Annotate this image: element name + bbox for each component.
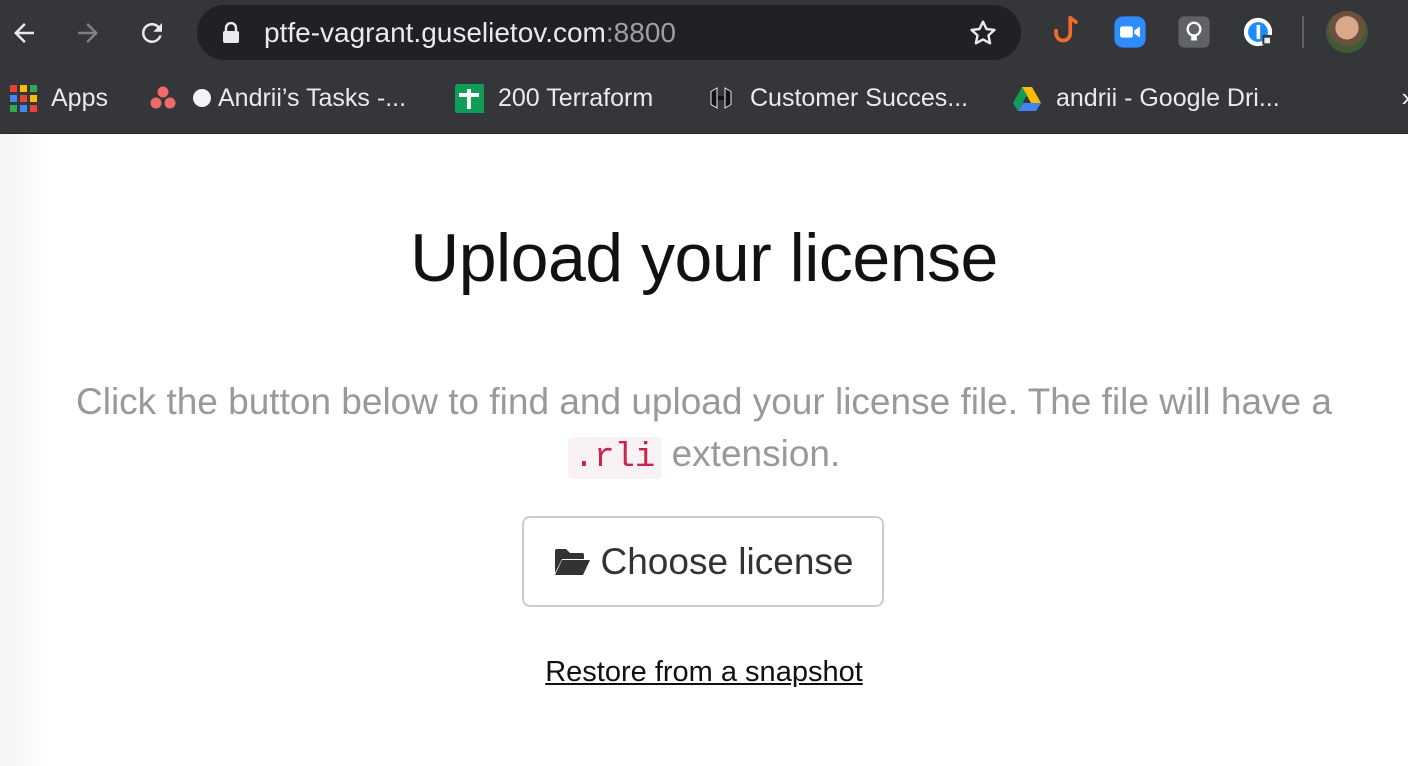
bookmark-google-drive[interactable]: andrii - Google Dri... bbox=[1012, 80, 1280, 116]
choose-license-button[interactable]: Choose license bbox=[522, 516, 884, 607]
apps-grid-icon bbox=[10, 84, 37, 112]
url-text: ptfe-vagrant.guselietov.com:8800 bbox=[264, 17, 676, 49]
restore-container: Restore from a snapshot bbox=[0, 654, 1408, 690]
bookmarks-overflow-chevron-icon[interactable]: » bbox=[1402, 82, 1408, 113]
forward-button[interactable] bbox=[68, 13, 108, 53]
choose-license-label: Choose license bbox=[600, 540, 854, 582]
password-manager-extension-icon[interactable] bbox=[1240, 14, 1276, 50]
lock-icon bbox=[223, 22, 239, 43]
bookmark-apps[interactable]: Apps bbox=[10, 80, 108, 116]
bookmark-label: Apps bbox=[51, 83, 108, 112]
bookmark-label: 200 Terraform bbox=[498, 83, 654, 112]
profile-avatar[interactable] bbox=[1326, 11, 1368, 53]
forward-arrow-icon bbox=[78, 23, 98, 43]
bookmark-label: andrii - Google Dri... bbox=[1056, 83, 1280, 112]
back-arrow-icon bbox=[14, 23, 34, 43]
google-drive-icon bbox=[1013, 87, 1041, 111]
instructions-text: Click the button below to find and uploa… bbox=[76, 381, 1332, 422]
page-content: Upload your license Click the button bel… bbox=[0, 134, 1408, 766]
browser-toolbar: ptfe-vagrant.guselietov.com:8800 bbox=[0, 0, 1408, 66]
instructions-text-end: extension. bbox=[671, 433, 841, 474]
url-host: ptfe-vagrant.guselietov.com bbox=[264, 17, 606, 48]
bookmark-star-icon[interactable] bbox=[967, 17, 999, 49]
hook-extension-icon[interactable] bbox=[1048, 14, 1084, 50]
zoom-extension-icon[interactable] bbox=[1112, 14, 1148, 50]
address-bar[interactable]: ptfe-vagrant.guselietov.com:8800 bbox=[197, 5, 1021, 60]
url-port: :8800 bbox=[605, 17, 676, 48]
reload-icon bbox=[141, 22, 162, 43]
page-title: Upload your license bbox=[410, 220, 998, 296]
asana-icon bbox=[150, 86, 176, 109]
bookmark-andrii-tasks[interactable]: Andrii’s Tasks -... bbox=[148, 80, 406, 116]
lightbulb-extension-icon[interactable] bbox=[1176, 14, 1212, 50]
back-button[interactable] bbox=[4, 13, 44, 53]
status-dot-icon bbox=[193, 89, 211, 107]
toolbar-divider bbox=[1302, 16, 1304, 48]
sheets-icon bbox=[455, 84, 484, 113]
folder-open-icon bbox=[554, 548, 590, 575]
bookmark-200-terraform[interactable]: 200 Terraform bbox=[454, 80, 653, 116]
restore-snapshot-link[interactable]: Restore from a snapshot bbox=[545, 656, 863, 688]
hashicorp-icon bbox=[710, 87, 732, 109]
bookmark-label: Andrii’s Tasks -... bbox=[218, 83, 407, 112]
license-extension-code: .rli bbox=[567, 437, 662, 479]
bookmarks-bar: Apps Andrii’s Tasks -... 200 Terraform C… bbox=[0, 66, 1408, 134]
bookmark-label: Customer Succes... bbox=[750, 83, 969, 112]
bookmark-customer-success[interactable]: Customer Succes... bbox=[706, 80, 968, 116]
upload-instructions: Click the button below to find and uploa… bbox=[40, 376, 1368, 484]
reload-button[interactable] bbox=[132, 13, 172, 53]
